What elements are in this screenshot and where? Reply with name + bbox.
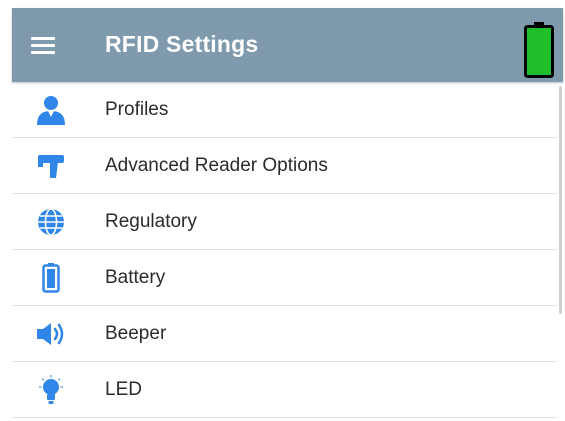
list-item-beeper[interactable]: Beeper — [12, 306, 557, 362]
battery-icon — [34, 263, 68, 293]
menu-button[interactable] — [31, 37, 55, 55]
list-item-battery[interactable]: Battery — [12, 250, 557, 306]
list-item-label: Advanced Reader Options — [105, 155, 328, 176]
list-item-led[interactable]: LED — [12, 362, 557, 418]
light-bulb-icon — [34, 375, 68, 405]
page-title: RFID Settings — [105, 31, 259, 57]
list-item-profiles[interactable]: Profiles — [12, 82, 557, 138]
list-item-advanced-reader-options[interactable]: Advanced Reader Options — [12, 138, 557, 194]
scrollbar[interactable] — [559, 86, 562, 314]
list-item-label: Battery — [105, 267, 166, 288]
list-item-label: Beeper — [105, 323, 167, 344]
battery-full-icon — [524, 22, 554, 78]
hamburger-menu-icon — [31, 37, 55, 40]
list-item-label: Regulatory — [105, 211, 197, 232]
list-item-label: LED — [105, 379, 142, 400]
list-item-label: Profiles — [105, 99, 169, 120]
reader-gun-icon — [34, 151, 68, 181]
settings-list: Profiles Advanced Reader Options Regulat… — [12, 82, 557, 418]
app-bar: RFID Settings — [12, 8, 563, 82]
globe-icon — [34, 207, 68, 237]
list-item-regulatory[interactable]: Regulatory — [12, 194, 557, 250]
person-icon — [34, 95, 68, 125]
speaker-icon — [34, 319, 68, 349]
battery-status-icon — [524, 22, 554, 78]
